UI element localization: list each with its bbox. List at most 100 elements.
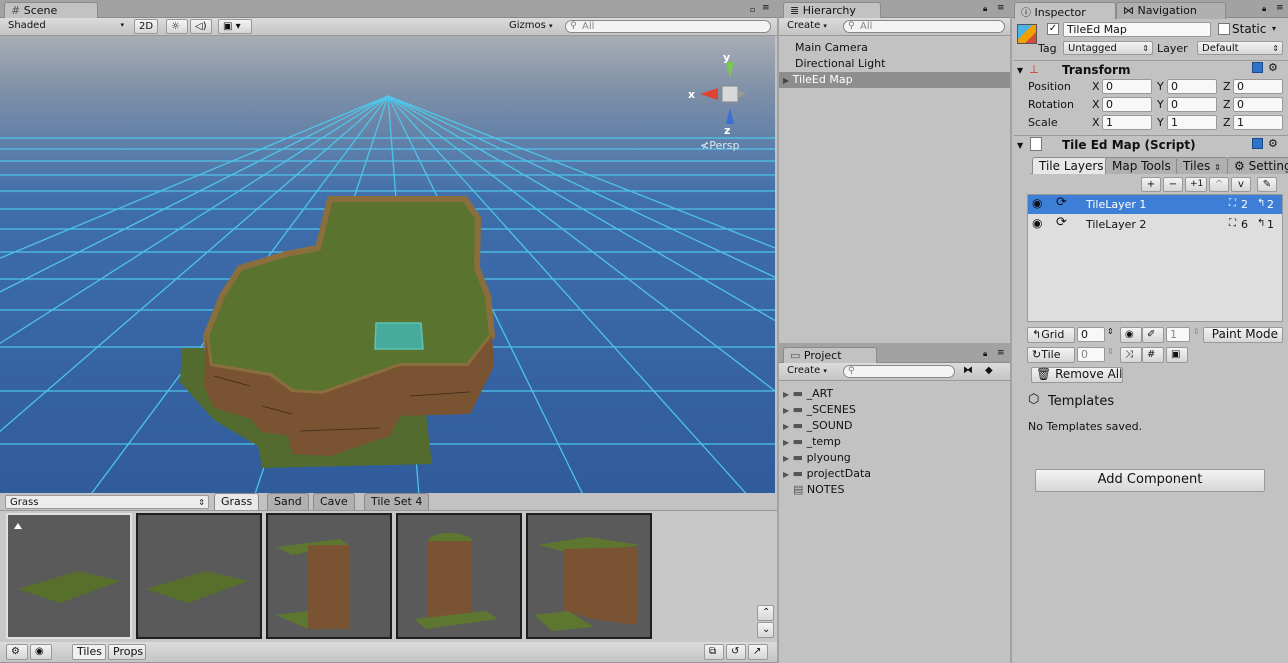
brush-size-field[interactable]: 1 [1166,327,1190,342]
tab-inspector[interactable]: ⓘ Inspector [1014,2,1116,19]
expand-arrow-icon[interactable]: ▶ [783,406,789,415]
layer-dropdown[interactable]: Default ⇕ [1197,41,1283,55]
tileset-dropdown[interactable]: Grass ⇕ [5,495,209,509]
help-book-icon[interactable] [1252,62,1263,73]
script-tab-map-tools[interactable]: Map Tools [1105,157,1178,174]
tile-thumb[interactable] [266,513,392,639]
tab-navigation[interactable]: ⋈ Navigation [1116,2,1226,19]
expand-arrow-icon[interactable]: ▶ [783,470,789,479]
palette-rotate-button[interactable]: ↺ [726,644,746,660]
rotation-z-field[interactable]: 0 [1233,97,1283,112]
audio-toggle[interactable]: ◁) [190,19,212,34]
duplicate-layer-button[interactable]: +1 [1185,177,1207,192]
lock-icon[interactable]: 🔒︎ [983,4,987,14]
grid-button[interactable]: ↰Grid [1027,327,1075,343]
shading-dropdown[interactable]: Shaded ▾ [4,19,126,34]
tile-thumb[interactable] [6,513,132,639]
grid-snap-toggle[interactable]: # [1142,347,1164,363]
lock-icon[interactable]: 🔒︎ [1262,4,1266,14]
hierarchy-search-input[interactable]: ⚲ All [843,20,1005,33]
stepper-icon[interactable]: ⇕ [1107,347,1114,356]
image-toggle[interactable]: ▣ [1166,347,1188,363]
project-item[interactable]: ▤ NOTES [783,482,1008,498]
paint-mode-button[interactable]: Paint Mode [1203,327,1283,343]
add-layer-button[interactable]: + [1141,177,1161,192]
project-item[interactable]: ▶ ▬ _temp [783,434,1008,450]
menu-icon[interactable]: ≡ [997,348,1005,358]
scroll-down-button[interactable]: ⌄ [757,622,774,638]
tag-dropdown[interactable]: Untagged ⇕ [1063,41,1153,55]
add-component-button[interactable]: Add Component [1035,469,1265,492]
active-checkbox[interactable]: ✓ [1047,23,1059,35]
tileset-tab-cave[interactable]: Cave [313,493,355,510]
scale-z-field[interactable]: 1 [1233,115,1283,130]
project-item[interactable]: ▶ ▬ _SCENES [783,402,1008,418]
filter-type-icon[interactable]: ⧓ [963,365,973,376]
edit-layer-button[interactable]: ✎ [1257,177,1277,192]
scale-y-field[interactable]: 1 [1167,115,1217,130]
script-tab-tile-layers[interactable]: Tile Layers [1032,157,1111,174]
brush-toggle[interactable]: ✐ [1142,327,1164,343]
hierarchy-create-button[interactable]: Create ▾ [783,19,837,34]
expand-arrow-icon[interactable]: ▶ [783,76,789,85]
tileset-tab-grass[interactable]: Grass [214,493,260,510]
expand-arrow-icon[interactable]: ▶ [783,390,789,399]
gizmos-dropdown[interactable]: Gizmos ▾ [505,19,557,34]
project-create-button[interactable]: Create ▾ [783,364,837,379]
palette-tab-props[interactable]: Props [108,644,146,660]
palette-open-button[interactable]: ↗ [748,644,768,660]
project-item[interactable]: ▶ ▬ _SOUND [783,418,1008,434]
refresh-icon[interactable]: ⟳ [1056,195,1067,210]
maximize-icon[interactable]: ▫ [750,5,755,14]
remove-layer-button[interactable]: − [1163,177,1183,192]
eye-icon[interactable]: ◉ [1032,216,1042,230]
tile-thumb[interactable] [136,513,262,639]
expand-arrow-icon[interactable]: ▶ [783,422,789,431]
scene-viewport[interactable]: y x z ≮Persp [0,36,775,509]
stepper-icon[interactable]: ⇕ [1193,327,1200,336]
script-tab-tiles[interactable]: Tiles ⇕ [1176,157,1228,174]
grid-value-field[interactable]: 0 [1077,327,1105,342]
menu-icon[interactable]: ≡ [762,3,770,13]
script-tab-settings[interactable]: ⚙ Settings [1227,157,1288,174]
project-item[interactable]: ▶ ▬ projectData [783,466,1008,482]
scene-search-input[interactable]: ⚲ All [565,20,771,33]
position-y-field[interactable]: 0 [1167,79,1217,94]
tileset-tab-sand[interactable]: Sand [267,493,309,510]
lighting-toggle[interactable]: ☼ [166,19,188,34]
tab-hierarchy[interactable]: ≣ Hierarchy [783,2,881,19]
scroll-up-button[interactable]: ⌃ [757,605,774,621]
tab-scene[interactable]: # Scene [4,2,98,19]
tab-project[interactable]: ▭ Project [783,347,877,364]
palette-copy-button[interactable]: ⧉ [704,644,724,660]
tile-value-field[interactable]: 0 [1077,347,1105,362]
rotation-y-field[interactable]: 0 [1167,97,1217,112]
rotation-x-field[interactable]: 0 [1102,97,1152,112]
tileset-tab-4[interactable]: Tile Set 4 [364,493,430,510]
persp-label[interactable]: ≮Persp [700,139,739,152]
position-z-field[interactable]: 0 [1233,79,1283,94]
tile-thumb[interactable] [526,513,652,639]
project-search-input[interactable]: ⚲ [843,365,955,378]
flip-toggle[interactable]: ⤨ [1120,347,1142,363]
menu-icon[interactable]: ≡ [997,3,1005,13]
object-name-field[interactable]: TileEd Map [1063,22,1211,37]
move-layer-up-button[interactable]: ^ [1209,177,1229,192]
refresh-icon[interactable]: ⟳ [1056,215,1067,230]
remove-all-button[interactable]: 🗑︎ Remove All [1031,367,1123,383]
foldout-arrow-icon[interactable]: ▼ [1017,141,1023,150]
palette-tab-tiles[interactable]: Tiles [72,644,106,660]
gear-icon[interactable]: ⚙ [1268,137,1278,150]
tile-thumb[interactable] [396,513,522,639]
gear-icon[interactable]: ⚙ [1268,61,1278,74]
project-item[interactable]: ▶ ▬ plyoung [783,450,1008,466]
palette-settings-button[interactable]: ⚙ [6,644,28,660]
project-item[interactable]: ▶ ▬ _ART [783,386,1008,402]
static-checkbox[interactable] [1218,23,1230,35]
help-book-icon[interactable] [1252,138,1263,149]
tile-button[interactable]: ↻Tile [1027,347,1075,363]
visibility-toggle[interactable]: ◉ [1120,327,1142,343]
stepper-icon[interactable]: ⇕ [1107,327,1114,336]
expand-arrow-icon[interactable]: ▶ [783,438,789,447]
effects-dropdown[interactable]: ▣ ▾ [218,19,252,34]
